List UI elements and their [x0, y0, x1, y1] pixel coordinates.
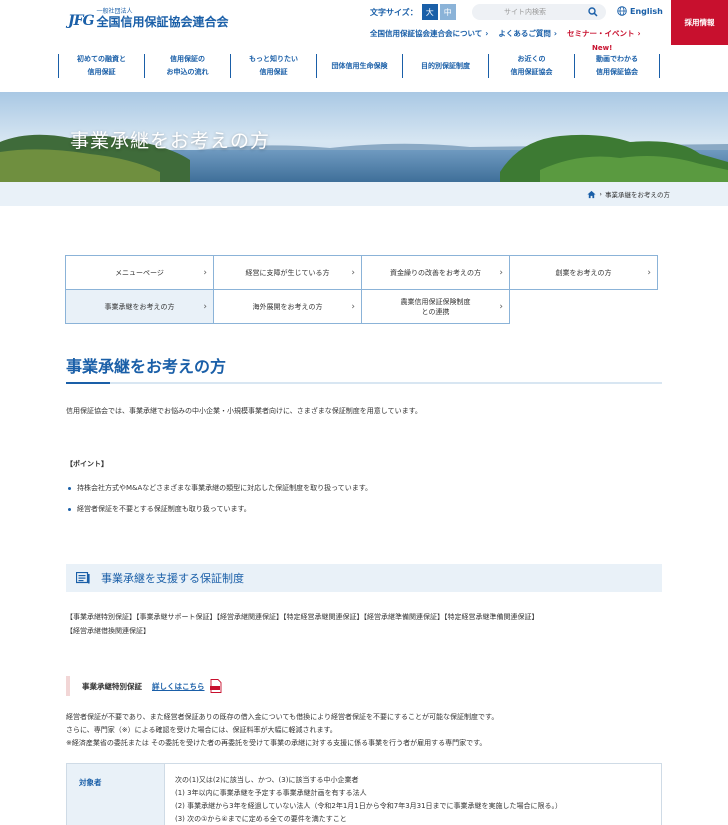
lnav-item-succession[interactable]: 事業承継をお考えの方 ›	[65, 289, 214, 324]
gnav-item-application-flow[interactable]: 信用保証の お申込の流れ	[144, 54, 230, 78]
title-divider-accent	[66, 382, 110, 384]
page-title: 事業承継をお考えの方	[66, 357, 227, 376]
details-link[interactable]: 詳しくはこちら	[152, 681, 205, 692]
subsection-title: 事業承継特別保証	[82, 681, 142, 691]
seminar-link[interactable]: セミナー・イベント ›	[567, 28, 641, 39]
breadcrumb-current: 事業承継をお考えの方	[605, 191, 670, 199]
bullet-icon	[68, 507, 71, 511]
global-nav: 初めての融資と 信用保証 信用保証の お申込の流れ もっと知りたい 信用保証 団…	[58, 54, 660, 84]
point-heading: 【ポイント】	[66, 460, 108, 468]
intro-text: 信用保証協会では、事業承継でお悩みの中小企業・小規模事業者向けに、さまざまな保証…	[66, 407, 422, 415]
lnav-item-cashflow[interactable]: 資金繰りの改善をお考えの方 ›	[361, 255, 510, 290]
lnav-item-startup[interactable]: 創業をお考えの方 ›	[509, 255, 658, 290]
point-list: 持株会社方式やM&Aなどさまざまな事業承継の類型に対応した保証制度を取り扱ってい…	[68, 483, 372, 525]
breadcrumb-separator: ›	[599, 190, 602, 198]
local-nav: メニューページ › 経営に支障が生じている方 › 資金繰りの改善をお考えの方 › 創業…	[65, 255, 661, 324]
breadcrumb-bar: › 事業承継をお考えの方	[0, 182, 728, 206]
description-text: 経営者保証が不要であり、また経営者保証ありの既存の借入金についても借換により経営…	[66, 713, 499, 747]
chevron-right-icon: ›	[203, 302, 207, 312]
table-data-cell: 次の(1)又は(2)に該当し、かつ、(3)に該当する中小企業者 (1) 3年以内…	[175, 776, 563, 823]
eligibility-table: 対象者 次の(1)又は(2)に該当し、かつ、(3)に該当する中小企業者 (1) …	[66, 763, 662, 825]
guarantee-tag-list: 【事業承継特別保証】【事業承継サポート保証】【経営承継関連保証】【特定経営承継関…	[66, 610, 666, 638]
chevron-right-icon: ›	[499, 302, 503, 312]
recruit-button[interactable]: 採用情報	[671, 0, 728, 45]
font-size-label: 文字サイズ：	[370, 7, 418, 17]
logo-subtitle: 一般社団法人	[96, 8, 133, 15]
globe-icon	[617, 6, 627, 16]
section-heading: 事業承継を支援する保証制度	[66, 564, 662, 592]
utility-links: 全国信用保証協会連合会について › よくあるご質問 › セミナー・イベント ›	[370, 28, 651, 39]
section-title: 事業承継を支援する保証制度	[101, 572, 244, 585]
home-icon[interactable]	[587, 190, 596, 199]
table-header-cell: 対象者	[67, 764, 165, 825]
hero-banner: 事業承継をお考えの方	[0, 92, 728, 182]
document-icon	[76, 572, 90, 584]
chevron-right-icon: ›	[499, 268, 503, 278]
chevron-right-icon: ›	[351, 268, 355, 278]
gnav-item-group-insurance[interactable]: 団体信用生命保険	[316, 54, 402, 78]
search-icon[interactable]	[588, 7, 598, 17]
list-item: 経営者保証を不要とする保証制度も取り扱っています。	[68, 504, 372, 514]
bullet-icon	[68, 486, 71, 490]
english-link[interactable]: English	[617, 6, 663, 16]
chevron-right-icon: ›	[203, 268, 207, 278]
gnav-item-purpose[interactable]: 目的別保証制度	[402, 54, 488, 78]
hero-title: 事業承継をお考えの方	[70, 130, 271, 152]
pdf-icon[interactable]	[209, 679, 222, 693]
gnav-item-learn-more[interactable]: もっと知りたい 信用保証	[230, 54, 316, 78]
english-label: English	[630, 6, 663, 16]
tag-line: 【事業承継特別保証】【事業承継サポート保証】【経営承継関連保証】【特定経営承継関…	[66, 613, 539, 621]
lnav-item-difficulty[interactable]: 経営に支障が生じている方 ›	[213, 255, 362, 290]
new-badge: New!	[592, 44, 613, 52]
gnav-item-first-loan[interactable]: 初めての融資と 信用保証	[58, 54, 144, 78]
gnav-item-video[interactable]: 動画でわかる 信用保証協会	[574, 54, 660, 78]
tag-line: 【経営承継借換関連保証】	[66, 627, 150, 635]
search-placeholder: サイト内検索	[504, 8, 546, 16]
font-size-switcher: 文字サイズ： 大 中	[370, 4, 458, 20]
site-header: JFG 一般社団法人 全国信用保証協会連合会 文字サイズ： 大 中 サイト内検索…	[0, 0, 728, 92]
lnav-item-overseas[interactable]: 海外展開をお考えの方 ›	[213, 289, 362, 324]
list-item: 持株会社方式やM&Aなどさまざまな事業承継の類型に対応した保証制度を取り扱ってい…	[68, 483, 372, 493]
logo-mark: JFG	[68, 13, 95, 29]
chevron-right-icon: ›	[351, 302, 355, 312]
title-divider	[66, 382, 662, 384]
font-size-large-button[interactable]: 大	[421, 4, 438, 20]
faq-link[interactable]: よくあるご質問 ›	[498, 28, 557, 39]
chevron-right-icon: ›	[647, 268, 651, 278]
breadcrumb: › 事業承継をお考えの方	[587, 189, 670, 199]
site-logo[interactable]: JFG 一般社団法人 全国信用保証協会連合会	[68, 8, 229, 29]
subsection-heading: 事業承継特別保証 詳しくはこちら	[66, 676, 222, 696]
lnav-item-agriculture[interactable]: 農業信用保証保険制度 との連携 ›	[361, 289, 510, 324]
site-search-input[interactable]: サイト内検索	[472, 4, 606, 20]
about-link[interactable]: 全国信用保証協会連合会について ›	[370, 28, 488, 39]
logo-name: 全国信用保証協会連合会	[96, 15, 229, 29]
font-size-medium-button[interactable]: 中	[439, 4, 456, 20]
lnav-item-menu[interactable]: メニューページ ›	[65, 255, 214, 290]
gnav-item-nearby[interactable]: お近くの 信用保証協会	[488, 54, 574, 78]
